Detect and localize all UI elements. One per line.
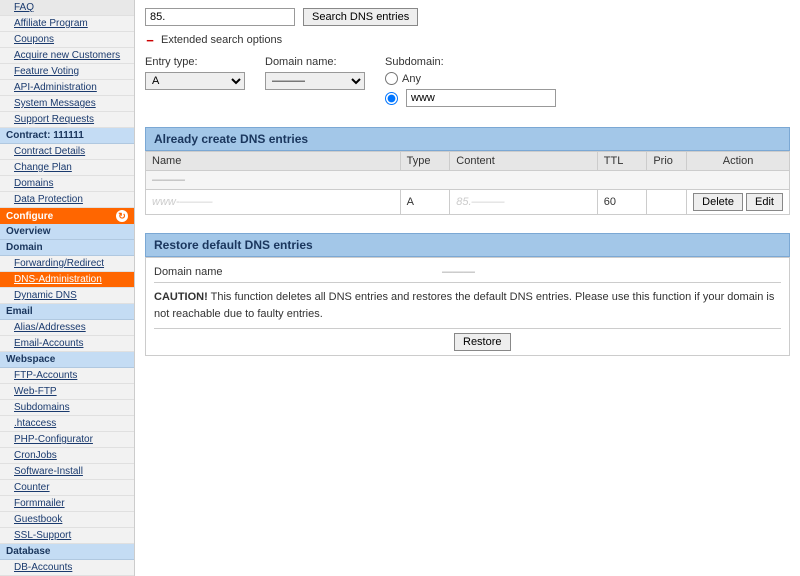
restore-header: Restore default DNS entries [145, 233, 790, 257]
configure-label: Configure [6, 211, 53, 222]
filter-entry-type: Entry type: A [145, 56, 245, 107]
sidebar-item-dynamic-dns[interactable]: Dynamic DNS [0, 288, 134, 304]
entry-type-select[interactable]: A [145, 72, 245, 90]
table-row: www-——— A 85.——— 60 Delete Edit [146, 190, 790, 215]
refresh-icon[interactable]: ↻ [116, 210, 128, 222]
entry-type-label: Entry type: [145, 56, 245, 68]
extended-label: Extended search options [161, 34, 282, 46]
sidebar-item-ftp[interactable]: FTP-Accounts [0, 368, 134, 384]
section-overview[interactable]: Overview [0, 224, 134, 240]
search-dns-button[interactable]: Search DNS entries [303, 8, 418, 26]
domain-name-select[interactable]: ——— [265, 72, 365, 90]
cell-action: Delete Edit [687, 190, 790, 215]
restore-button[interactable]: Restore [454, 333, 511, 351]
sidebar-item-dns-admin[interactable]: DNS-Administration [0, 272, 134, 288]
sidebar-item-email-accounts[interactable]: Email-Accounts [0, 336, 134, 352]
sidebar-item-htaccess[interactable]: .htaccess [0, 416, 134, 432]
filter-subdomain: Subdomain: Any [385, 56, 556, 107]
dns-entries-header: Already create DNS entries [145, 127, 790, 151]
sidebar-item-faq[interactable]: FAQ [0, 0, 134, 16]
search-ip-input[interactable] [145, 8, 295, 26]
col-content: Content [450, 152, 598, 171]
caution-bold: CAUTION! [154, 291, 208, 303]
sidebar-item-ssl[interactable]: SSL-Support [0, 528, 134, 544]
sidebar-item-subdomains[interactable]: Subdomains [0, 400, 134, 416]
domain-name-label: Domain name: [265, 56, 365, 68]
sidebar-item-db-accounts[interactable]: DB-Accounts [0, 560, 134, 576]
col-prio: Prio [647, 152, 687, 171]
sidebar-item-alias[interactable]: Alias/Addresses [0, 320, 134, 336]
sidebar-item-php[interactable]: PHP-Configurator [0, 432, 134, 448]
sidebar-item-guestbook[interactable]: Guestbook [0, 512, 134, 528]
cell-type: A [400, 190, 450, 215]
col-ttl: TTL [597, 152, 647, 171]
section-webspace[interactable]: Webspace [0, 352, 134, 368]
radio-any[interactable] [385, 72, 398, 85]
restore-button-row: Restore [154, 328, 781, 351]
subdomain-input[interactable] [406, 89, 556, 107]
main-content: Search DNS entries Extended search optio… [135, 0, 800, 576]
sidebar: FAQ Affiliate Program Coupons Acquire ne… [0, 0, 135, 576]
radio-specific[interactable] [385, 92, 398, 105]
cell-content: 85.——— [450, 190, 598, 215]
cell-prio [647, 190, 687, 215]
filter-row: Entry type: A Domain name: ——— Subdomain… [145, 56, 790, 107]
caution-body: This function deletes all DNS entries an… [154, 291, 774, 320]
sidebar-item-affiliate[interactable]: Affiliate Program [0, 16, 134, 32]
table-group-row: ——— [146, 171, 790, 190]
restore-domain-row: Domain name ——— [154, 262, 781, 283]
search-row: Search DNS entries [145, 8, 790, 26]
configure-header: Configure ↻ [0, 208, 134, 224]
sidebar-item-api[interactable]: API-Administration [0, 80, 134, 96]
sidebar-item-cronjobs[interactable]: CronJobs [0, 448, 134, 464]
sidebar-item-system-messages[interactable]: System Messages [0, 96, 134, 112]
col-action: Action [687, 152, 790, 171]
cell-ttl: 60 [597, 190, 647, 215]
sidebar-item-change-plan[interactable]: Change Plan [0, 160, 134, 176]
section-domain[interactable]: Domain [0, 240, 134, 256]
sidebar-item-domains[interactable]: Domains [0, 176, 134, 192]
edit-button[interactable]: Edit [746, 193, 783, 211]
filter-domain-name: Domain name: ——— [265, 56, 365, 107]
caution-text: CAUTION! This function deletes all DNS e… [154, 283, 781, 328]
restore-body: Domain name ——— CAUTION! This function d… [145, 257, 790, 356]
restore-domain-label: Domain name [154, 266, 434, 278]
restore-domain-value: ——— [442, 266, 475, 278]
sidebar-item-acquire[interactable]: Acquire new Customers [0, 48, 134, 64]
sidebar-item-counter[interactable]: Counter [0, 480, 134, 496]
sidebar-item-forwarding[interactable]: Forwarding/Redirect [0, 256, 134, 272]
sidebar-top: FAQ Affiliate Program Coupons Acquire ne… [0, 0, 134, 128]
sidebar-item-webftp[interactable]: Web-FTP [0, 384, 134, 400]
cell-name: www-——— [146, 190, 401, 215]
col-type: Type [400, 152, 450, 171]
dns-table: Name Type Content TTL Prio Action ——— ww… [145, 151, 790, 215]
section-email[interactable]: Email [0, 304, 134, 320]
minus-icon [145, 35, 155, 45]
sidebar-item-data-protection[interactable]: Data Protection [0, 192, 134, 208]
group-domain: ——— [146, 171, 790, 190]
delete-button[interactable]: Delete [693, 193, 743, 211]
sidebar-item-contract-details[interactable]: Contract Details [0, 144, 134, 160]
extended-search-toggle[interactable]: Extended search options [145, 34, 790, 46]
sidebar-item-feature-voting[interactable]: Feature Voting [0, 64, 134, 80]
section-database[interactable]: Database [0, 544, 134, 560]
contract-header: Contract: 111111 [0, 128, 134, 144]
sidebar-item-coupons[interactable]: Coupons [0, 32, 134, 48]
subdomain-label: Subdomain: [385, 56, 556, 68]
col-name: Name [146, 152, 401, 171]
sidebar-item-formmailer[interactable]: Formmailer [0, 496, 134, 512]
radio-any-label: Any [402, 73, 421, 85]
sidebar-item-software[interactable]: Software-Install [0, 464, 134, 480]
sidebar-item-support[interactable]: Support Requests [0, 112, 134, 128]
